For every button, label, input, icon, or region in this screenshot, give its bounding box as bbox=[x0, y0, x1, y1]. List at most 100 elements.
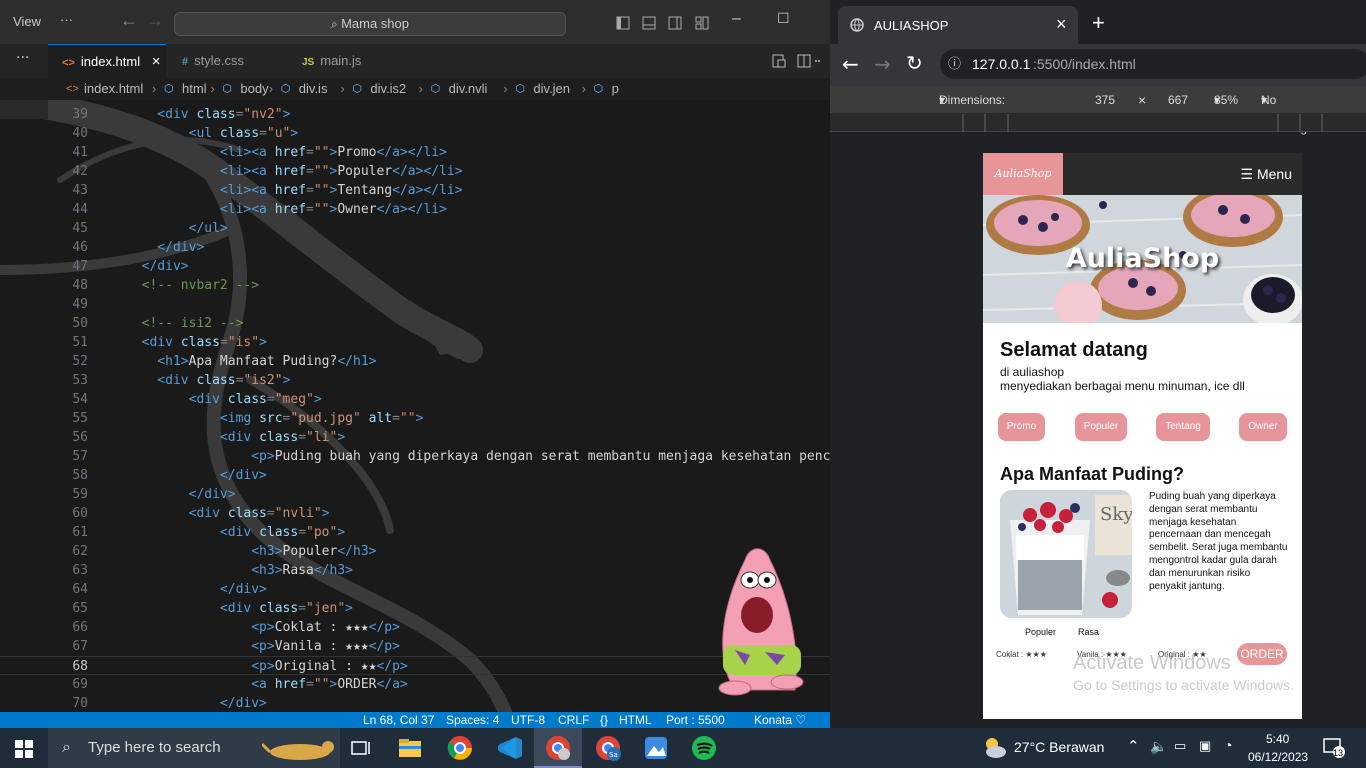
command-center-label: Mama shop bbox=[341, 16, 409, 31]
code-token: <div bbox=[126, 107, 197, 122]
tab-index-html[interactable]: <> index.html × bbox=[48, 44, 166, 78]
close-tab-icon[interactable]: × bbox=[1056, 14, 1067, 35]
device-select[interactable]: Dimensions: iPhone SE ▾ bbox=[939, 86, 1005, 135]
more-actions-icon[interactable]: ··· bbox=[16, 50, 29, 66]
forward-icon[interactable]: → bbox=[874, 52, 891, 76]
code-line[interactable]: 58 </div> bbox=[0, 466, 830, 485]
forward-arrow-icon[interactable]: → bbox=[146, 10, 164, 31]
chevron-up-icon[interactable]: ⌃ bbox=[1127, 737, 1140, 755]
zoom-select[interactable]: 85% ▾ bbox=[1214, 86, 1238, 114]
code-line[interactable]: 50 <!-- isi2 --> bbox=[0, 314, 830, 333]
clock-date[interactable]: 06/12/2023 bbox=[1248, 750, 1308, 764]
height-input[interactable]: 667 bbox=[1168, 86, 1188, 114]
code-line[interactable]: 42 <li><a href="">Populer</a></li> bbox=[0, 162, 830, 181]
back-arrow-icon[interactable]: ← bbox=[120, 10, 138, 31]
vscode-icon[interactable] bbox=[496, 734, 524, 762]
info-icon[interactable]: ⓘ bbox=[948, 49, 961, 79]
line-number: 43 bbox=[72, 183, 88, 198]
tab-style-css[interactable]: # style.css bbox=[166, 44, 284, 78]
code-line[interactable]: 56 <div class="li"> bbox=[0, 428, 830, 447]
browser-tab[interactable]: AULIASHOP × bbox=[838, 6, 1078, 44]
code-line[interactable]: 57 <p>Puding buah yang diperkaya dengan … bbox=[0, 447, 830, 466]
chrome-active-app[interactable] bbox=[534, 728, 582, 768]
code-line[interactable]: 54 <div class="meg"> bbox=[0, 390, 830, 409]
reload-icon[interactable]: ↻ bbox=[906, 51, 923, 75]
code-line[interactable]: 51 <div class="is"> bbox=[0, 333, 830, 352]
status-language[interactable]: HTML bbox=[619, 712, 652, 728]
code-line[interactable]: 47 </div> bbox=[0, 257, 830, 276]
nav-owner[interactable]: Owner bbox=[1239, 413, 1287, 441]
code-text: <li><a href="">Owner</a></li> bbox=[126, 200, 447, 219]
code-line[interactable]: 55 <img src="pud.jpg" alt=""> bbox=[0, 409, 830, 428]
code-line[interactable]: 39 <div class="nv2"> bbox=[0, 105, 830, 124]
menu-more-icon[interactable]: ··· bbox=[60, 12, 73, 27]
task-view-icon[interactable] bbox=[348, 734, 376, 762]
clock-time[interactable]: 5:40 bbox=[1266, 732, 1289, 746]
command-center-search[interactable]: ⌕ Mama shop bbox=[174, 12, 566, 36]
code-line[interactable]: 48 <!-- nvbar2 --> bbox=[0, 276, 830, 295]
width-input[interactable]: 375 bbox=[1095, 86, 1115, 114]
status-eol[interactable]: CRLF bbox=[558, 712, 589, 728]
nav-populer[interactable]: Populer bbox=[1075, 413, 1127, 441]
breadcrumb-item[interactable]: p bbox=[612, 78, 619, 100]
code-token: "is" bbox=[227, 335, 260, 350]
code-line[interactable]: 44 <li><a href="">Owner</a></li> bbox=[0, 200, 830, 219]
more-icon[interactable]: ⋮ bbox=[1361, 86, 1366, 114]
breadcrumb-item[interactable]: div.is bbox=[299, 78, 328, 100]
status-position[interactable]: Ln 68, Col 37 bbox=[363, 712, 434, 728]
status-port[interactable]: Port : 5500 bbox=[666, 712, 725, 728]
code-line[interactable]: 49 bbox=[0, 295, 830, 314]
status-encoding[interactable]: UTF-8 bbox=[511, 712, 545, 728]
volume-icon[interactable]: 🔈 bbox=[1150, 738, 1167, 755]
code-line[interactable]: 53 <div class="is2"> bbox=[0, 371, 830, 390]
breadcrumb-item[interactable]: index.html bbox=[84, 78, 143, 100]
minimize-icon[interactable]: – bbox=[732, 10, 741, 28]
code-token: > bbox=[259, 335, 267, 350]
code-line[interactable]: 45 </ul> bbox=[0, 219, 830, 238]
breadcrumb-item[interactable]: div.nvli bbox=[449, 78, 488, 100]
code-line[interactable]: 46 </div> bbox=[0, 238, 830, 257]
chrome-profile-sa-icon[interactable]: Sa bbox=[594, 734, 622, 762]
layout-icons[interactable] bbox=[616, 16, 716, 30]
photos-icon[interactable] bbox=[642, 734, 670, 762]
file-explorer-icon[interactable] bbox=[396, 734, 424, 762]
code-line[interactable]: 59 </div> bbox=[0, 485, 830, 504]
meet-icon[interactable]: ▣ bbox=[1199, 738, 1211, 754]
new-tab-icon[interactable]: + bbox=[1092, 10, 1105, 36]
code-line[interactable]: 52 <h1>Apa Manfaat Puding?</h1> bbox=[0, 352, 830, 371]
site-logo[interactable]: AuliaShop bbox=[983, 153, 1063, 195]
code-line[interactable]: 40 <ul class="u"> bbox=[0, 124, 830, 143]
code-token: <p> bbox=[126, 449, 275, 464]
taskbar-search[interactable]: ⌕ Type here to search bbox=[48, 728, 340, 768]
nav-promo[interactable]: Promo bbox=[998, 413, 1045, 441]
code-line[interactable]: 43 <li><a href="">Tentang</a></li> bbox=[0, 181, 830, 200]
maximize-icon[interactable]: ☐ bbox=[777, 10, 790, 27]
menu-view[interactable]: View bbox=[13, 14, 41, 29]
spotify-icon[interactable] bbox=[690, 734, 718, 762]
code-line[interactable]: 41 <li><a href="">Promo</a></li> bbox=[0, 143, 830, 162]
back-icon[interactable]: ← bbox=[842, 52, 859, 76]
breadcrumb-item[interactable]: html bbox=[182, 78, 207, 100]
tab-main-js[interactable]: JS main.js bbox=[284, 44, 402, 78]
status-spaces[interactable]: Spaces: 4 bbox=[446, 712, 499, 728]
wifi-icon[interactable]: ◔ bbox=[1224, 737, 1232, 753]
code-token: = bbox=[298, 601, 307, 616]
code-line[interactable]: 60 <div class="nvli"> bbox=[0, 504, 830, 523]
editor-actions-icons[interactable] bbox=[772, 54, 822, 68]
code-token: = bbox=[306, 164, 314, 179]
throttle-select[interactable]: No throttling ▾ bbox=[1261, 86, 1307, 135]
weather-text[interactable]: 27°C Berawan bbox=[1014, 739, 1104, 755]
breadcrumb-item[interactable]: div.is2 bbox=[370, 78, 406, 100]
breadcrumb-item[interactable]: div.jen bbox=[533, 78, 570, 100]
address-bar[interactable]: ⓘ 127.0.0.1 :5500/index.html bbox=[940, 49, 1366, 79]
code-token: <!-- nvbar2 --> bbox=[126, 278, 260, 293]
close-tab-icon[interactable]: × bbox=[152, 53, 161, 70]
battery-icon[interactable]: ▭ bbox=[1174, 738, 1186, 754]
chrome-icon[interactable] bbox=[446, 734, 474, 762]
tab-label: index.html bbox=[80, 54, 141, 69]
menu-button[interactable]: ☰ Menu bbox=[1241, 153, 1292, 195]
breadcrumb-item[interactable]: body bbox=[240, 78, 268, 100]
windows-start-icon[interactable] bbox=[15, 740, 33, 758]
nav-tentang[interactable]: Tentang bbox=[1156, 413, 1210, 441]
code-token: > bbox=[345, 601, 353, 616]
